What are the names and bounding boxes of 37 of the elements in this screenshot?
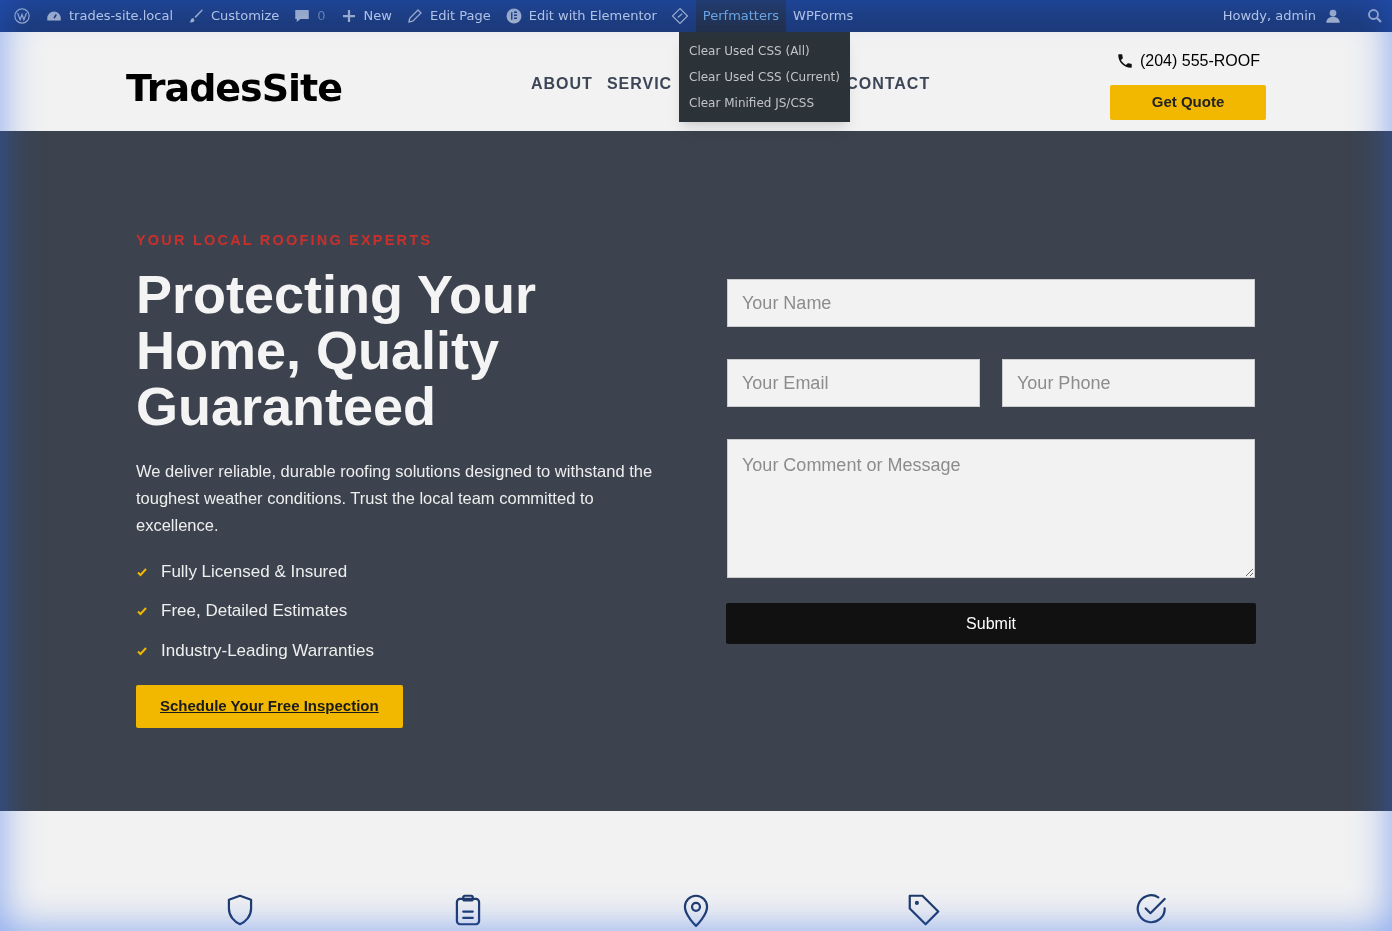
phone-icon [1115,52,1134,70]
feature-item: Fully Licensed & Insured [161,560,348,583]
name-field[interactable]: Your Name [727,279,1255,327]
wordpress-logo-icon[interactable] [13,7,31,25]
phone-number[interactable]: (204) 555-ROOF [1139,49,1260,73]
search-icon[interactable] [1366,7,1384,25]
pencil-icon [405,7,424,25]
submit-button[interactable]: Submit [726,603,1256,644]
user-avatar-icon[interactable] [1324,7,1342,25]
message-field[interactable]: Your Comment or Message [727,439,1255,578]
dropdown-item[interactable]: Clear Minified JS/CSS [679,90,850,116]
feature-item: Industry-Leading Warranties [161,639,374,662]
elementor-logo-icon [504,7,523,25]
admin-menu-item[interactable]: Edit Page [429,6,491,26]
feature-item: Free, Detailed Estimates [161,600,348,623]
admin-menu-item[interactable]: WPForms [786,0,861,32]
email-field[interactable]: Your Email [727,359,980,407]
admin-menu-item[interactable]: Customize [211,6,280,26]
user-greeting[interactable]: Howdy, admin [1222,6,1316,26]
nav-link[interactable]: ABOUT [531,72,593,96]
admin-menu-item[interactable]: Edit with Elementor [528,6,657,26]
hero-description: We deliver reliable, durable roofing solutions designed to withstand the toughest weather conditions. Trust the local team committed to excellence. [136,460,654,536]
diamond-icon[interactable] [670,7,689,25]
hero-eyebrow: YOUR LOCAL ROOFING EXPERTS [136,231,434,250]
nav-link[interactable]: SERVIC [606,72,673,96]
get-quote-button[interactable]: Get Quote [1110,85,1266,120]
dropdown-item[interactable]: Clear Used CSS (All) [679,38,850,64]
admin-menu-item[interactable]: Perfmatters [695,0,787,32]
dropdown-item[interactable]: Clear Used CSS (Current) [679,64,850,90]
site-logo[interactable]: TradesSite [126,60,343,117]
brush-icon [187,7,206,25]
hero-heading: Protecting Your Home, Quality Guaranteed [136,265,538,434]
schedule-inspection-button[interactable]: Schedule Your Free Inspection [136,685,403,728]
admin-menu-item[interactable]: trades-site.local [69,6,174,26]
check-icon [136,605,148,617]
admin-menu-item[interactable]: New [363,6,392,26]
phone-field[interactable]: Your Phone [1002,359,1255,407]
